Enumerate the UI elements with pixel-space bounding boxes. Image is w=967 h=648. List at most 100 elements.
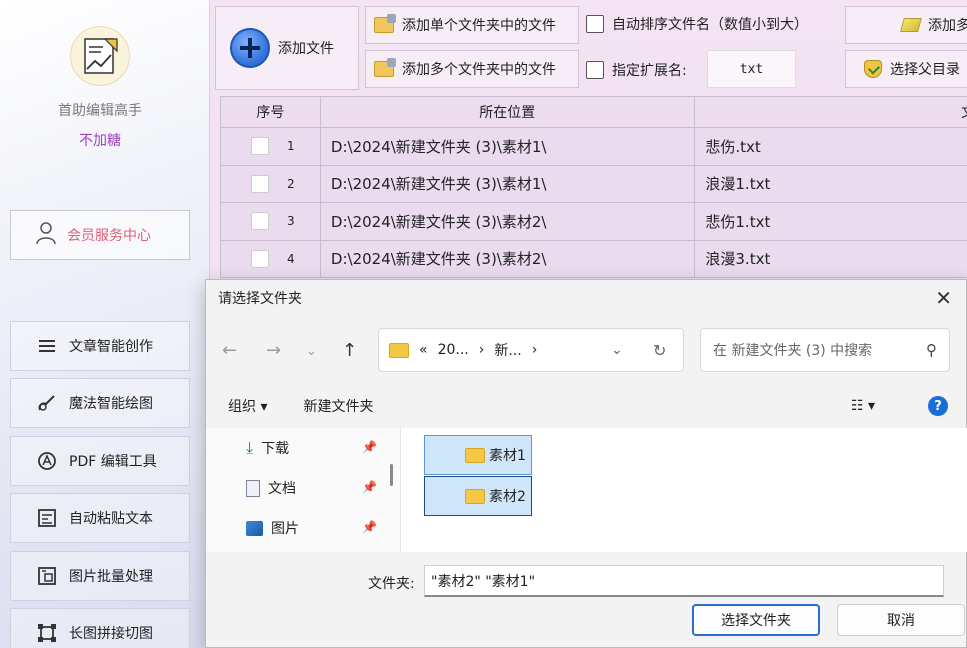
row-checkbox[interactable] — [251, 212, 269, 231]
folder-item-label: 素材2 — [489, 489, 526, 505]
table-row[interactable]: 1 D:\2024\新建文件夹 (3)\素材1\ 悲伤.txt — [220, 128, 967, 166]
navigation-pane: ⤓ 下载 📌 文档 📌 图片 📌 — [206, 428, 400, 552]
nav-item-downloads[interactable]: ⤓ 下载 — [246, 438, 289, 458]
organize-menu[interactable]: 组织 ▾ — [228, 396, 267, 416]
select-folder-button[interactable]: 选择文件夹 — [692, 604, 820, 636]
sidebar-item-label: 长图拼接切图 — [69, 626, 153, 642]
row-filename: 浪漫3.txt — [695, 241, 967, 278]
sidebar-item-label: PDF 编辑工具 — [69, 454, 157, 470]
sidebar-item-label: 魔法智能绘图 — [69, 396, 153, 412]
specify-ext-option[interactable]: 指定扩展名: — [586, 60, 687, 80]
add-single-folder-label: 添加单个文件夹中的文件 — [402, 18, 556, 34]
pin-icon[interactable]: 📌 — [362, 480, 377, 494]
table-row[interactable]: 4 D:\2024\新建文件夹 (3)\素材2\ 浪漫3.txt — [220, 240, 967, 278]
add-single-folder-button[interactable]: 添加单个文件夹中的文件 — [365, 6, 579, 44]
header-filename[interactable]: 文 — [695, 97, 967, 127]
cancel-button[interactable]: 取消 — [837, 604, 965, 636]
back-arrow-icon[interactable]: ← — [222, 340, 237, 361]
folder-item[interactable]: 素材1 — [424, 435, 532, 475]
magic-brush-icon — [37, 393, 57, 413]
new-folder-button[interactable]: 新建文件夹 — [303, 396, 373, 416]
breadcrumb-overflow[interactable]: « — [419, 342, 428, 358]
folder-icon — [465, 447, 485, 463]
help-icon[interactable]: ? — [928, 396, 948, 416]
select-parent-label: 选择父目录 — [890, 62, 960, 78]
table-row[interactable]: 2 D:\2024\新建文件夹 (3)\素材1\ 浪漫1.txt — [220, 165, 967, 203]
folder-item[interactable]: 素材2 — [424, 476, 532, 516]
extension-input[interactable]: txt — [707, 50, 796, 88]
specify-ext-checkbox[interactable] — [586, 61, 604, 79]
select-parent-button[interactable]: 选择父目录 — [845, 50, 967, 88]
refresh-icon[interactable]: ↻ — [653, 341, 666, 360]
close-icon[interactable]: ✕ — [935, 286, 952, 310]
folder-name-input[interactable]: "素材2" "素材1" — [424, 565, 944, 597]
sidebar-item-label: 图片批量处理 — [69, 569, 153, 585]
add-more-button[interactable]: 添加多 — [845, 6, 967, 44]
breadcrumb-item[interactable]: 新... — [494, 340, 521, 360]
table-row[interactable]: 3 D:\2024\新建文件夹 (3)\素材2\ 悲伤1.txt — [220, 203, 967, 241]
auto-sort-option[interactable]: 自动排序文件名（数值小到大） — [586, 14, 808, 34]
add-multi-folder-label: 添加多个文件夹中的文件 — [402, 62, 556, 78]
address-bar[interactable]: « 20... › 新... › ⌄ ↻ — [378, 328, 684, 372]
breadcrumb-separator[interactable]: › — [479, 342, 485, 358]
chevron-down-icon[interactable]: ⌄ — [306, 344, 317, 359]
sidebar-item-drawing[interactable]: 魔法智能绘图 — [10, 378, 190, 428]
nav-item-label: 文档 — [268, 481, 296, 497]
sidebar-item-paste[interactable]: 自动粘贴文本 — [10, 493, 190, 543]
table-header: 序号 所在位置 文 — [220, 96, 967, 128]
folder-icon — [465, 488, 485, 504]
plus-circle-icon — [230, 28, 270, 68]
eraser-icon — [900, 18, 922, 32]
sidebar-item-label: 自动粘贴文本 — [69, 511, 153, 527]
app-logo — [70, 26, 130, 86]
nav-item-label: 图片 — [271, 521, 299, 537]
add-file-button[interactable]: 添加文件 — [215, 6, 359, 90]
row-checkbox[interactable] — [251, 249, 269, 268]
document-icon — [246, 479, 260, 497]
row-checkbox[interactable] — [251, 174, 269, 193]
breadcrumb-separator[interactable]: › — [532, 342, 538, 358]
breadcrumb-item[interactable]: 20... — [438, 342, 469, 358]
nav-item-label: 下载 — [261, 441, 290, 457]
nav-item-pictures[interactable]: 图片 — [246, 518, 299, 538]
auto-sort-checkbox[interactable] — [586, 15, 604, 33]
row-filename: 悲伤1.txt — [695, 203, 967, 240]
row-location: D:\2024\新建文件夹 (3)\素材1\ — [321, 165, 696, 202]
user-icon — [35, 221, 57, 249]
add-multi-folder-button[interactable]: 添加多个文件夹中的文件 — [365, 50, 579, 88]
sidebar-item-image[interactable]: 图片批量处理 — [10, 551, 190, 601]
pin-icon[interactable]: 📌 — [362, 520, 377, 534]
search-icon[interactable]: ⚲ — [926, 341, 937, 359]
add-file-label: 添加文件 — [278, 41, 334, 57]
select-folder-dialog: 请选择文件夹 ✕ ← → ⌄ ↑ « 20... › 新... › ⌄ ↻ 在 … — [205, 279, 967, 648]
header-index[interactable]: 序号 — [221, 97, 321, 127]
search-placeholder: 在 新建文件夹 (3) 中搜索 — [713, 343, 873, 359]
row-index: 1 — [287, 139, 295, 154]
sidebar-item-longimage[interactable]: 长图拼接切图 — [10, 608, 190, 648]
nav-scrollbar[interactable] — [390, 464, 393, 486]
header-location[interactable]: 所在位置 — [321, 97, 695, 127]
search-input[interactable]: 在 新建文件夹 (3) 中搜索 ⚲ — [700, 328, 950, 372]
download-icon: ⤓ — [246, 438, 254, 457]
picture-icon — [246, 520, 263, 536]
sidebar: 首助编辑高手 不加糖 会员服务中心 文章智能创作 魔法智能绘图 PDF 编辑工具… — [0, 0, 210, 648]
nav-item-documents[interactable]: 文档 — [246, 478, 296, 498]
paste-icon — [37, 508, 57, 528]
member-service-button[interactable]: 会员服务中心 — [10, 210, 190, 260]
shield-check-icon — [864, 60, 882, 78]
app-subtitle: 不加糖 — [79, 133, 121, 149]
sidebar-item-label: 文章智能创作 — [69, 339, 153, 355]
chevron-down-icon[interactable]: ⌄ — [611, 342, 623, 358]
app-name: 首助编辑高手 — [58, 103, 142, 119]
sidebar-item-pdf[interactable]: PDF 编辑工具 — [10, 436, 190, 486]
up-arrow-icon[interactable]: ↑ — [342, 340, 357, 361]
sidebar-item-article[interactable]: 文章智能创作 — [10, 321, 190, 371]
row-checkbox[interactable] — [251, 137, 269, 156]
folder-icon — [374, 14, 396, 33]
folder-item-label: 素材1 — [489, 448, 526, 464]
view-options-icon[interactable]: ☷ ▾ — [851, 398, 875, 414]
folder-icon — [389, 342, 409, 358]
row-index: 4 — [287, 251, 295, 266]
forward-arrow-icon[interactable]: → — [266, 340, 281, 361]
pin-icon[interactable]: 📌 — [362, 440, 377, 454]
